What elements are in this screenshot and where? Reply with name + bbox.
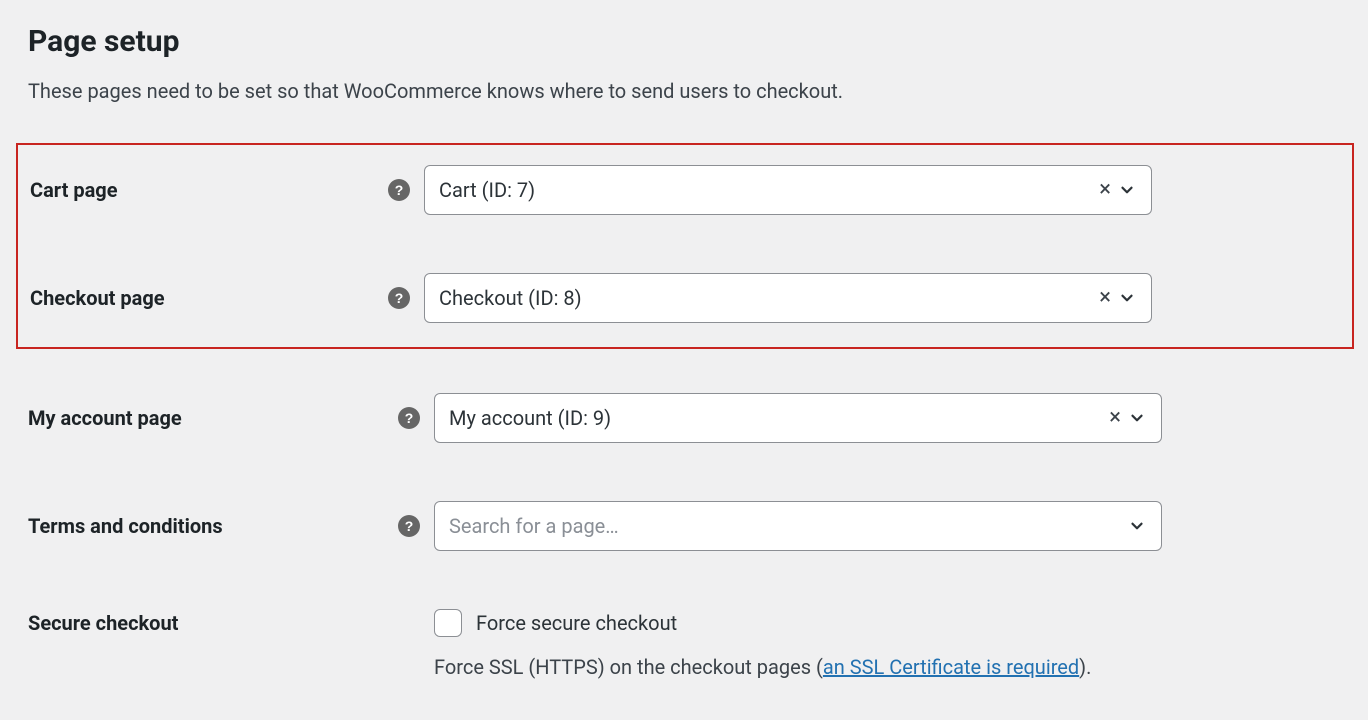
- clear-icon[interactable]: ×: [1093, 179, 1117, 201]
- chevron-down-icon[interactable]: [1127, 409, 1147, 427]
- checkout-page-row: Checkout page ? Checkout (ID: 8) ×: [18, 259, 1352, 347]
- checkout-page-label: Checkout page: [30, 286, 388, 310]
- help-icon[interactable]: ?: [398, 515, 420, 537]
- chevron-down-icon[interactable]: [1117, 289, 1137, 307]
- force-secure-checkout-checkbox[interactable]: [434, 609, 462, 637]
- clear-icon[interactable]: ×: [1103, 407, 1127, 429]
- terms-and-conditions-row: Terms and conditions ? Search for a page…: [28, 487, 1340, 565]
- cart-page-select-value: Cart (ID: 7): [439, 178, 1093, 202]
- checkout-page-select-value: Checkout (ID: 8): [439, 286, 1093, 310]
- chevron-down-icon[interactable]: [1127, 517, 1147, 535]
- checkout-page-select[interactable]: Checkout (ID: 8) ×: [424, 273, 1152, 323]
- my-account-page-label: My account page: [28, 406, 398, 430]
- secure-checkout-description: Force SSL (HTTPS) on the checkout pages …: [434, 655, 1340, 679]
- page-setup-heading: Page setup: [28, 24, 1340, 59]
- secure-checkout-label: Secure checkout: [28, 611, 434, 635]
- force-secure-checkout-label: Force secure checkout: [476, 611, 677, 635]
- my-account-page-select-value: My account (ID: 9): [449, 406, 1103, 430]
- highlighted-rows: Cart page ? Cart (ID: 7) × Checkout page…: [16, 143, 1354, 349]
- terms-and-conditions-placeholder: Search for a page…: [449, 514, 1127, 538]
- cart-page-row: Cart page ? Cart (ID: 7) ×: [18, 145, 1352, 229]
- help-icon[interactable]: ?: [388, 179, 410, 201]
- my-account-page-select[interactable]: My account (ID: 9) ×: [434, 393, 1162, 443]
- page-setup-description: These pages need to be set so that WooCo…: [28, 79, 1340, 103]
- terms-and-conditions-label: Terms and conditions: [28, 514, 398, 538]
- cart-page-select[interactable]: Cart (ID: 7) ×: [424, 165, 1152, 215]
- help-icon[interactable]: ?: [398, 407, 420, 429]
- help-icon[interactable]: ?: [388, 287, 410, 309]
- secure-checkout-row: Secure checkout Force secure checkout Fo…: [28, 595, 1340, 693]
- clear-icon[interactable]: ×: [1093, 287, 1117, 309]
- terms-and-conditions-select[interactable]: Search for a page…: [434, 501, 1162, 551]
- ssl-certificate-link[interactable]: an SSL Certificate is required: [823, 655, 1079, 679]
- cart-page-label: Cart page: [30, 178, 388, 202]
- chevron-down-icon[interactable]: [1117, 181, 1137, 199]
- my-account-page-row: My account page ? My account (ID: 9) ×: [28, 379, 1340, 457]
